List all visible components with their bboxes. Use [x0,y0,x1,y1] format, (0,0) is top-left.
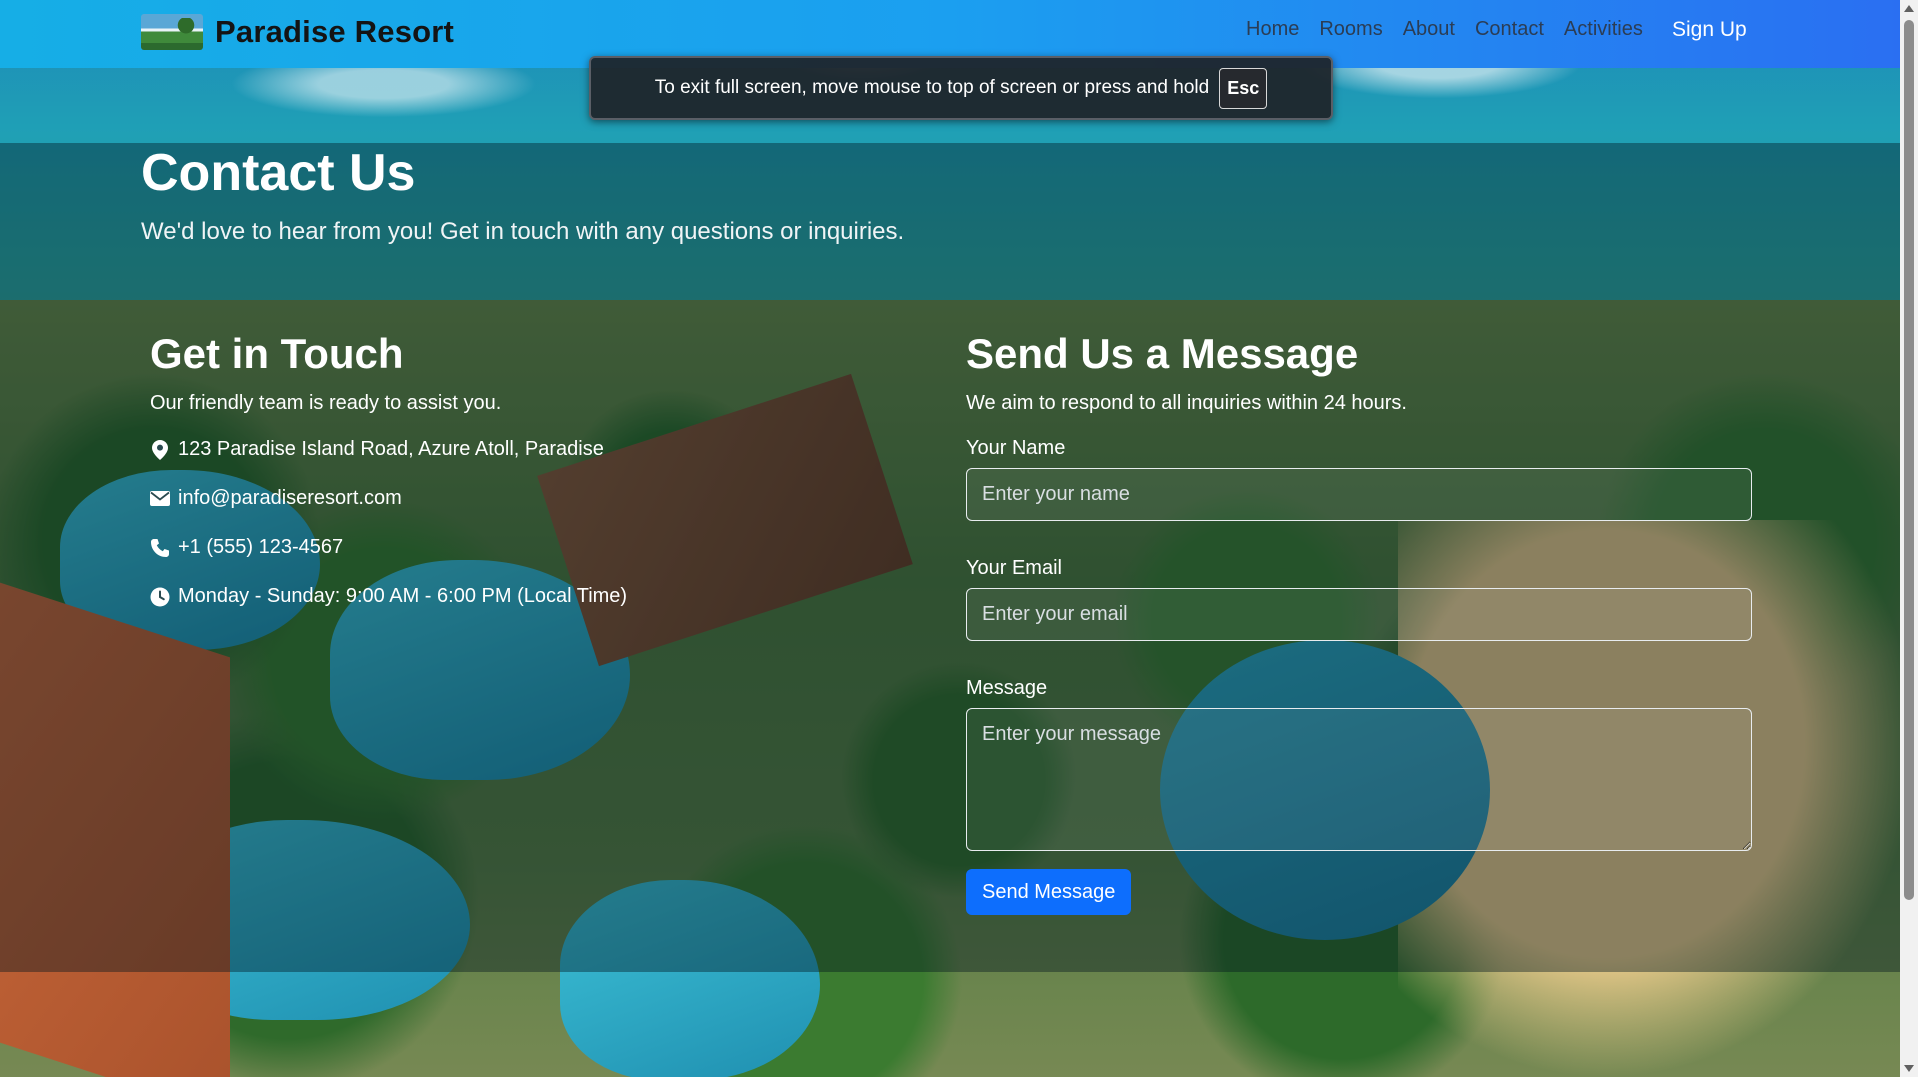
nav-link-about[interactable]: About [1403,18,1455,41]
nav-link-home[interactable]: Home [1246,18,1299,41]
brand-link[interactable]: Paradise Resort [141,14,454,50]
message-label: Message [966,677,1048,699]
name-label: Your Name [966,437,1066,459]
email-input[interactable] [966,588,1752,641]
scrollbar-thumb[interactable] [1904,20,1914,900]
contact-info-section: Get in Touch Our friendly team is ready … [150,330,627,633]
contact-info-title: Get in Touch [150,330,404,377]
fullscreen-notice: To exit full screen, move mouse to top o… [589,56,1333,120]
phone-row: +1 (555) 123-4567 [150,535,627,560]
map-marker-icon [150,439,170,460]
page-scrollbar[interactable] [1900,0,1918,1077]
email-text: info@paradiseresort.com [178,487,402,509]
phone-text: +1 (555) 123-4567 [178,536,344,558]
envelope-icon [150,489,170,509]
page: Paradise Resort Home Rooms About Contact… [0,0,1918,1077]
contact-form: Your Name Your Email Message Send Messag… [966,437,1752,915]
esc-key-badge: Esc [1219,67,1268,109]
page-title: Contact Us [141,144,416,202]
clock-icon [150,587,170,607]
nav-links: Home Rooms About Contact Activities [1246,18,1663,41]
message-form-title: Send Us a Message [966,330,1359,377]
hours-row: Monday - Sunday: 9:00 AM - 6:00 PM (Loca… [150,584,627,609]
scroll-up-arrow-icon[interactable] [1904,5,1914,12]
message-textarea[interactable] [966,708,1752,851]
fullscreen-notice-text: To exit full screen, move mouse to top o… [654,77,1210,98]
brand-logo [141,14,203,50]
page-subtitle: We'd love to hear from you! Get in touch… [141,218,905,245]
email-label: Your Email [966,557,1062,579]
contact-info-subtitle: Our friendly team is ready to assist you… [150,392,502,414]
phone-icon [150,538,170,558]
sign-up-link[interactable]: Sign Up [1672,18,1747,42]
nav-link-contact[interactable]: Contact [1475,18,1544,41]
hours-text: Monday - Sunday: 9:00 AM - 6:00 PM (Loca… [178,585,628,607]
scroll-down-arrow-icon[interactable] [1904,1065,1914,1072]
message-form-section: Send Us a Message We aim to respond to a… [966,330,1752,915]
send-message-button[interactable]: Send Message [966,869,1132,915]
brand-name: Paradise Resort [215,14,455,49]
nav-link-rooms[interactable]: Rooms [1319,18,1382,41]
address-text: 123 Paradise Island Road, Azure Atoll, P… [178,438,604,460]
name-input[interactable] [966,468,1752,521]
email-row: info@paradiseresort.com [150,486,627,511]
message-form-subtitle: We aim to respond to all inquiries withi… [966,392,1407,414]
nav-link-activities[interactable]: Activities [1564,18,1643,41]
address-row: 123 Paradise Island Road, Azure Atoll, P… [150,437,627,462]
